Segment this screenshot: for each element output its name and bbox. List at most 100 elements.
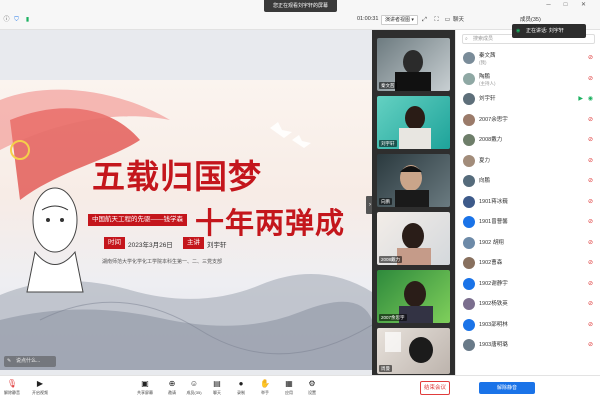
- member-role: (我): [479, 60, 487, 65]
- video-label: 开启视频: [32, 390, 48, 395]
- member-name: 夏力: [479, 157, 491, 164]
- video-button[interactable]: ▶ 开启视频: [29, 379, 51, 399]
- microphone-muted-icon[interactable]: ⊘: [588, 218, 593, 225]
- bottom-toolbar: 🎙 解除静音 ▶ 开启视频 ▣ 共享屏幕 ⊕ 邀请 ☺ 成员(35) ▤ 聊天 ● 录制 ✋ 举…: [0, 375, 600, 400]
- member-row[interactable]: 秦文茜 (我) ⊘: [456, 50, 600, 66]
- member-name: 1903邵明林: [479, 321, 508, 328]
- microphone-muted-icon[interactable]: ⊘: [588, 300, 593, 307]
- member-name: 1902曹森: [479, 260, 503, 266]
- member-row[interactable]: 1901蒋冰巍 ⊘: [456, 194, 600, 210]
- speaker-value: 刘宇轩: [207, 242, 227, 249]
- speaker-label-chip: 主讲: [183, 237, 204, 249]
- member-row[interactable]: 1903唐明璐 ⊘: [456, 337, 600, 353]
- member-name: 1902杨铁英: [479, 301, 508, 307]
- microphone-muted-icon[interactable]: ⊘: [588, 116, 593, 123]
- end-meeting-button[interactable]: 结束会议: [420, 381, 450, 395]
- minimize-icon[interactable]: ─: [545, 2, 552, 9]
- time-value: 2023年3月26日: [128, 242, 173, 249]
- share-label: 共享屏幕: [137, 390, 153, 395]
- microphone-on-icon[interactable]: ◉: [588, 95, 593, 102]
- video-tile[interactable]: 向鹏: [377, 154, 450, 207]
- microphone-muted-icon[interactable]: ⊘: [588, 54, 593, 61]
- microphone-off-icon: 🎙: [6, 379, 18, 388]
- avatar: [463, 318, 475, 331]
- member-row[interactable]: 向鹏 ⊘: [456, 173, 600, 189]
- microphone-muted-icon[interactable]: ⊘: [588, 341, 593, 348]
- video-tile[interactable]: 秦文茜: [377, 38, 450, 91]
- microphone-muted-icon[interactable]: ⊘: [588, 198, 593, 205]
- chat-icon: ▤: [213, 379, 221, 388]
- member-row[interactable]: 夏力 ⊘: [456, 153, 600, 169]
- info-icon[interactable]: ⓘ: [3, 17, 10, 24]
- avatar: [463, 277, 475, 290]
- members-icon: ☺: [189, 379, 199, 388]
- meeting-timer: 01:00:31: [357, 16, 379, 22]
- record-button[interactable]: ● 录制: [230, 379, 252, 399]
- video-tile[interactable]: 刘宇轩: [377, 96, 450, 149]
- microphone-muted-icon[interactable]: ⊘: [588, 157, 593, 164]
- comment-icon: ✎: [7, 358, 12, 364]
- member-row[interactable]: 1903邵明林 ⊘: [456, 317, 600, 333]
- camera-icon: ▶: [36, 379, 44, 388]
- time-label-chip: 时间: [104, 237, 125, 249]
- microphone-muted-icon[interactable]: ⊘: [588, 177, 593, 184]
- member-row[interactable]: 刘宇轩 ▶ ◉: [456, 91, 600, 107]
- unmute-all-button[interactable]: 解除静音: [479, 382, 535, 394]
- microphone-muted-icon[interactable]: ⊘: [588, 239, 593, 246]
- raise-hand-button[interactable]: ✋ 举手: [254, 379, 276, 399]
- video-tile[interactable]: 2007余思宇: [377, 270, 450, 323]
- member-row[interactable]: 1902曹森 ⊘: [456, 255, 600, 271]
- view-mode-button[interactable]: 演讲者视图 ▾: [381, 15, 418, 25]
- share-screen-button[interactable]: ▣ 共享屏幕: [134, 379, 156, 399]
- avatar: [463, 72, 475, 85]
- top-bar: 您正在观看刘宇轩的屏幕 ⓘ ⛉ ▮ 01:00:31 演讲者视图 ▾ ⤢ ⛶ ▭…: [0, 0, 600, 30]
- chat-tab[interactable]: 聊天: [453, 15, 464, 23]
- viewing-banner[interactable]: 您正在观看刘宇轩的屏幕: [264, 0, 337, 12]
- member-row[interactable]: 陶鹏 (主持人) ⊘: [456, 71, 600, 87]
- members-panel: ⌕ 搜索成员 秦文茜 (我) ⊘ 陶鹏 (主持人) ⊘ 刘宇轩 ▶ ◉ 2007余思宇 ⊘ 2008戴…: [455, 30, 600, 375]
- video-tile[interactable]: 周曼: [377, 328, 450, 374]
- member-row[interactable]: 1902杨铁英 ⊘: [456, 296, 600, 312]
- chat-bubble-icon[interactable]: ▭: [444, 17, 451, 24]
- maximize-icon[interactable]: □: [562, 2, 569, 9]
- microphone-muted-icon[interactable]: ⊘: [588, 280, 593, 287]
- microphone-muted-icon[interactable]: ⊘: [588, 321, 593, 328]
- camera-on-icon: ▶: [578, 96, 583, 102]
- speaking-indicator: ◉ 正在讲话: 刘宇轩: [512, 24, 586, 38]
- invite-button[interactable]: ⊕ 邀请: [161, 379, 183, 399]
- expand-icon[interactable]: ⤢: [421, 17, 428, 24]
- fullscreen-icon[interactable]: ⛶: [433, 17, 440, 24]
- microphone-muted-icon[interactable]: ⊘: [588, 75, 593, 82]
- member-row[interactable]: 2008戴力 ⊘: [456, 132, 600, 148]
- member-row[interactable]: 1902 胡翔 ⊘: [456, 235, 600, 251]
- members-button[interactable]: ☺ 成员(35): [183, 379, 205, 399]
- settings-button[interactable]: ⚙ 设置: [301, 379, 323, 399]
- signal-icon[interactable]: ▮: [24, 17, 31, 24]
- member-row[interactable]: 1901曾曹馨 ⊘: [456, 214, 600, 230]
- member-name: 1901曾曹馨: [479, 219, 508, 225]
- member-row[interactable]: 2007余思宇 ⊘: [456, 112, 600, 128]
- close-icon[interactable]: ✕: [580, 2, 587, 9]
- members-tab[interactable]: 成员(35): [520, 15, 541, 23]
- member-name: 陶鹏: [479, 73, 491, 80]
- apps-button[interactable]: ▦ 应用: [278, 379, 300, 399]
- video-tile-name: 周曼: [379, 365, 392, 372]
- member-name: 秦文茜: [479, 53, 496, 59]
- comment-input[interactable]: ✎ 说点什么...: [4, 356, 56, 367]
- shield-icon[interactable]: ⛉: [13, 17, 20, 24]
- share-screen-icon: ▣: [141, 379, 149, 388]
- member-name: 向鹏: [479, 178, 491, 184]
- record-label: 录制: [237, 390, 245, 395]
- gear-icon: ⚙: [308, 379, 316, 388]
- microphone-muted-icon[interactable]: ⊘: [588, 259, 593, 266]
- avatar: [463, 52, 475, 64]
- mute-button[interactable]: 🎙 解除静音: [1, 379, 23, 399]
- slide-subtitle: 中国航天工程的先驱——钱学森: [88, 214, 187, 226]
- video-tile-name: 2007余思宇: [379, 314, 407, 321]
- chat-button[interactable]: ▤ 聊天: [206, 379, 228, 399]
- microphone-muted-icon[interactable]: ⊘: [588, 136, 593, 143]
- view-mode-label: 演讲者视图: [385, 17, 411, 23]
- member-row[interactable]: 1902谢静宇 ⊘: [456, 276, 600, 292]
- video-tile[interactable]: 2008戴力: [377, 212, 450, 265]
- speaker-icon: ◉: [516, 28, 521, 34]
